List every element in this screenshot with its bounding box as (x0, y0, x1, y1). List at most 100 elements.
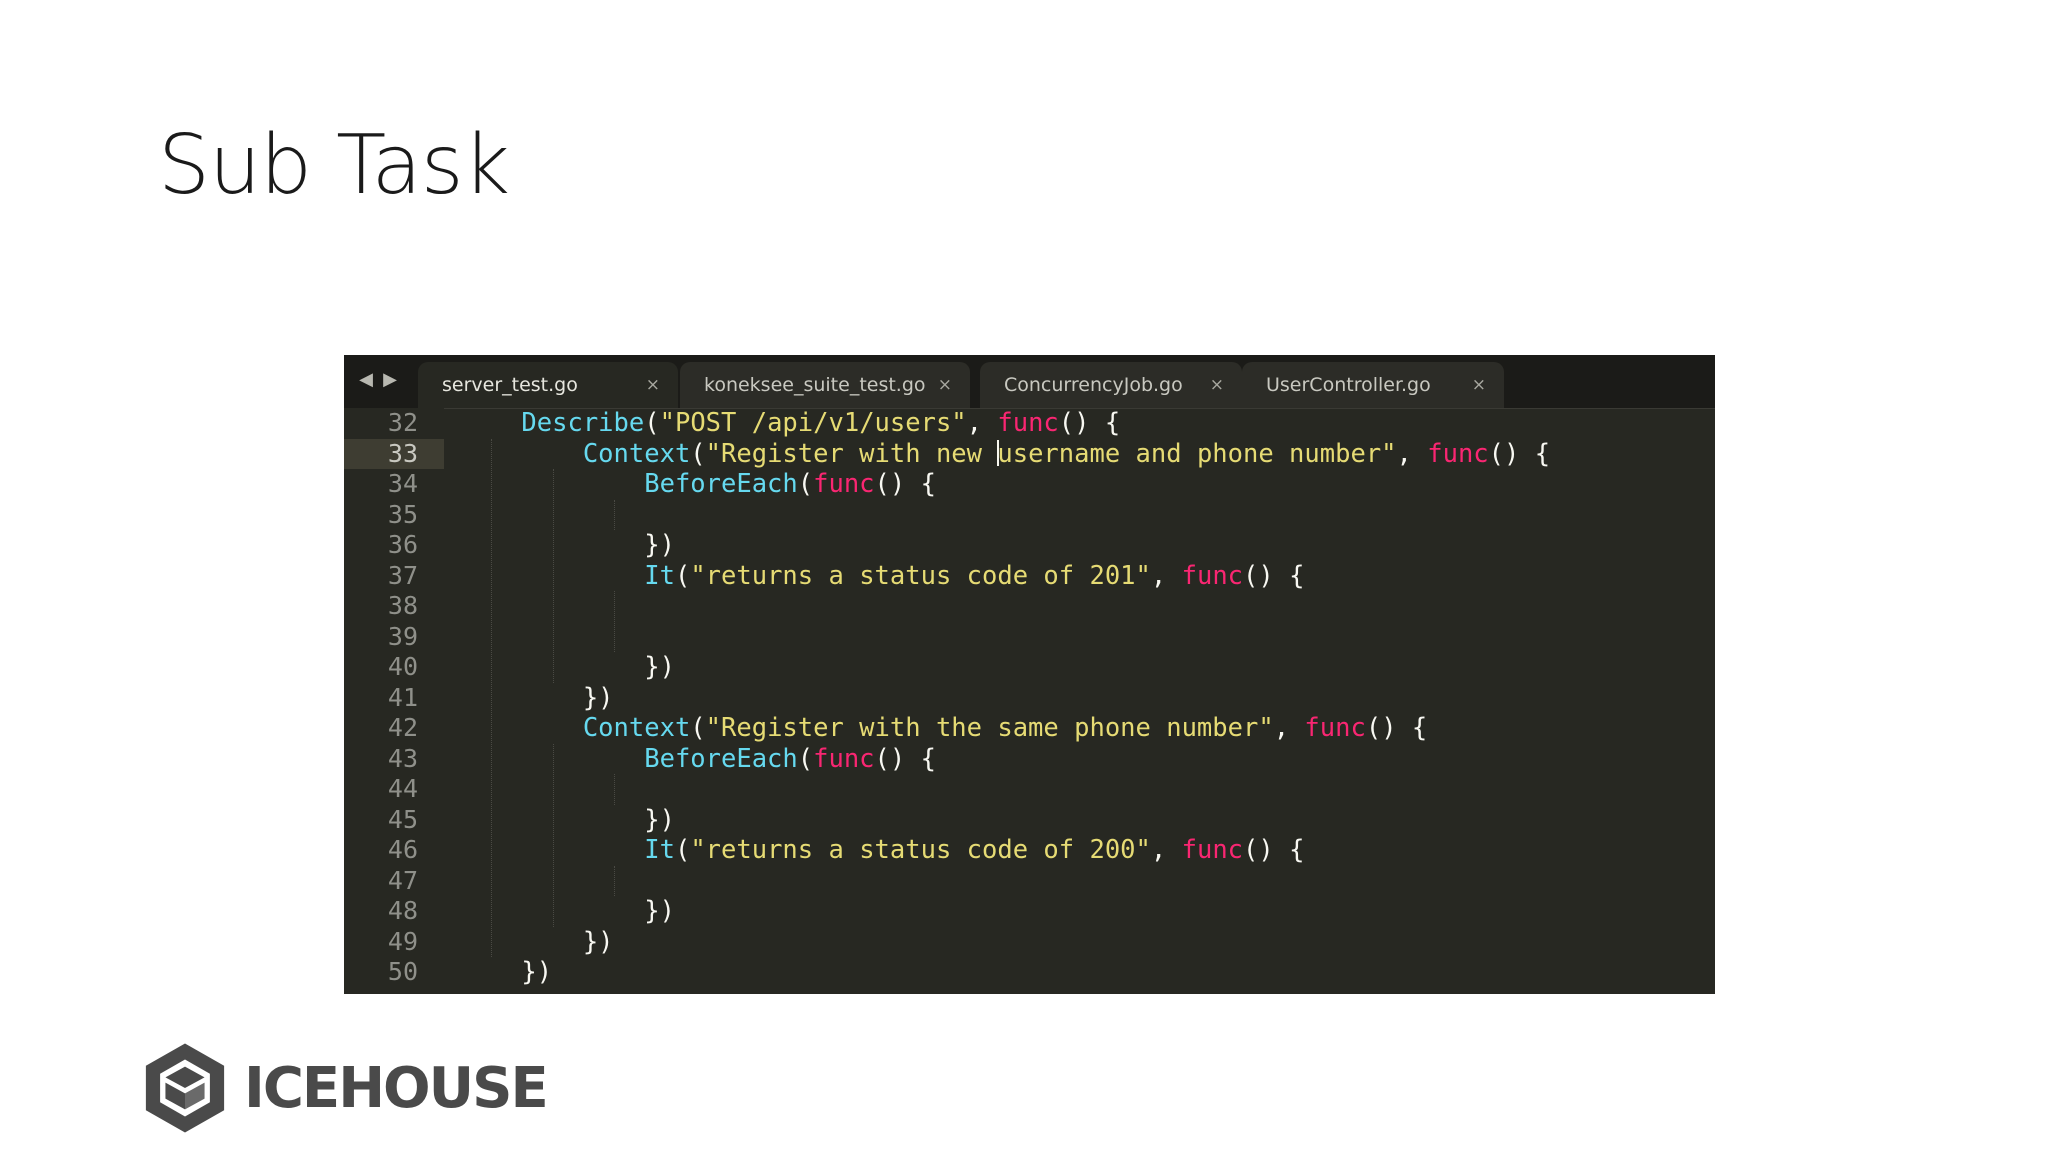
tab-close-icon[interactable]: × (646, 362, 660, 408)
line-number: 32 (387, 408, 418, 437)
code-line: BeforeEach(func() { (444, 469, 1715, 500)
code-token: func (1427, 438, 1489, 469)
line-number: 38 (387, 591, 418, 620)
tab-concurrency-job[interactable]: ConcurrencyJob.go × (980, 362, 1242, 408)
tab-close-icon[interactable]: × (1210, 362, 1224, 408)
code-token: ( (797, 743, 814, 774)
tab-label: server_test.go (442, 374, 578, 396)
line-number: 40 (387, 652, 418, 681)
code-token: It (644, 835, 675, 865)
code-token: func (1304, 713, 1366, 743)
nav-forward-icon[interactable]: ▶ (378, 369, 402, 390)
code-token: Describe (521, 408, 645, 438)
tab-close-icon[interactable]: × (1472, 362, 1486, 408)
code-token: () { (1365, 713, 1428, 743)
code-token: BeforeEach (644, 469, 798, 499)
indent-guide (552, 469, 554, 683)
code-token: , (1150, 560, 1182, 591)
code-token: "Register with new (705, 438, 998, 469)
code-token: }) (644, 804, 675, 835)
line-number: 36 (387, 530, 418, 559)
line-number-gutter: 32 33 34 35 36 37 38 39 40 41 42 43 44 45 46 47 48 49 50 (344, 408, 444, 994)
code-token: username and phone number" (997, 438, 1397, 469)
icehouse-hexagon-icon (145, 1043, 225, 1133)
line-number: 43 (387, 743, 418, 773)
code-token: It (644, 560, 675, 591)
code-token: () { (874, 469, 936, 499)
code-token: "returns a status code of 200" (690, 835, 1151, 865)
tab-server-test[interactable]: server_test.go × (418, 362, 678, 408)
line-number: 47 (387, 865, 418, 895)
code-token: , (1273, 713, 1305, 743)
indent-guide (491, 438, 493, 957)
line-number: 37 (387, 560, 418, 590)
code-area[interactable]: Describe("POST /api/v1/users", func() { … (444, 408, 1715, 994)
tab-label: UserController.go (1266, 374, 1431, 396)
code-token: , (1396, 438, 1428, 469)
code-token: }) (644, 896, 675, 926)
code-line: Context("Register with new username and … (444, 439, 1715, 470)
code-line: Describe("POST /api/v1/users", func() { (444, 408, 1715, 439)
line-number: 49 (387, 926, 418, 956)
code-editor-window: ◀ ▶ server_test.go × koneksee_suite_test.… (344, 355, 1715, 994)
code-token: Context (582, 438, 691, 469)
code-line: BeforeEach(func() { (444, 744, 1715, 775)
code-token: "Register with the same phone number" (705, 713, 1274, 743)
code-line: }) (444, 957, 1715, 988)
tab-koneksee-suite-test[interactable]: koneksee_suite_test.go × (680, 362, 970, 408)
code-token: func (997, 408, 1059, 438)
code-token: () { (1488, 438, 1551, 469)
code-token: }) (582, 682, 614, 713)
code-line: Context("Register with the same phone nu… (444, 713, 1715, 744)
code-token: "POST /api/v1/users" (659, 408, 967, 438)
code-line: }) (444, 652, 1715, 683)
code-token: ( (797, 469, 814, 499)
line-number: 35 (387, 499, 418, 529)
tab-label: koneksee_suite_test.go (704, 374, 926, 396)
code-line: It("returns a status code of 201", func(… (444, 561, 1715, 592)
indent-guide (614, 865, 616, 896)
code-token: () { (1058, 408, 1121, 438)
tab-bar: ◀ ▶ server_test.go × koneksee_suite_test.… (344, 355, 1715, 409)
code-token: , (966, 408, 998, 438)
code-line: }) (444, 683, 1715, 714)
code-line: }) (444, 530, 1715, 561)
line-number: 44 (387, 774, 418, 803)
code-token: () { (1243, 835, 1305, 865)
code-line: }) (444, 927, 1715, 958)
indent-guide (614, 499, 616, 530)
code-token: func (1181, 560, 1244, 591)
code-token: , (1150, 835, 1182, 865)
line-number: 42 (387, 713, 418, 742)
code-token: BeforeEach (644, 743, 798, 774)
code-token: ( (690, 438, 706, 469)
code-token: () { (874, 743, 936, 774)
line-number: 33 (344, 438, 444, 469)
indent-guide (614, 774, 616, 805)
line-number: 48 (387, 896, 418, 925)
tab-label: ConcurrencyJob.go (1004, 374, 1183, 396)
code-line: }) (444, 805, 1715, 836)
code-token: Context (582, 713, 691, 743)
icehouse-logo: ICEHOUSE (140, 1040, 549, 1136)
code-line: It("returns a status code of 200", func(… (444, 835, 1715, 866)
code-token: ( (690, 713, 706, 743)
line-number: 46 (387, 835, 418, 864)
nav-back-icon[interactable]: ◀ (354, 369, 378, 390)
tab-close-icon[interactable]: × (938, 362, 952, 408)
line-number: 34 (387, 469, 418, 498)
code-token: func (813, 469, 875, 499)
tab-user-controller[interactable]: UserController.go × (1242, 362, 1504, 408)
logo-wordmark: ICEHOUSE (244, 1055, 549, 1121)
line-number: 41 (387, 682, 418, 712)
